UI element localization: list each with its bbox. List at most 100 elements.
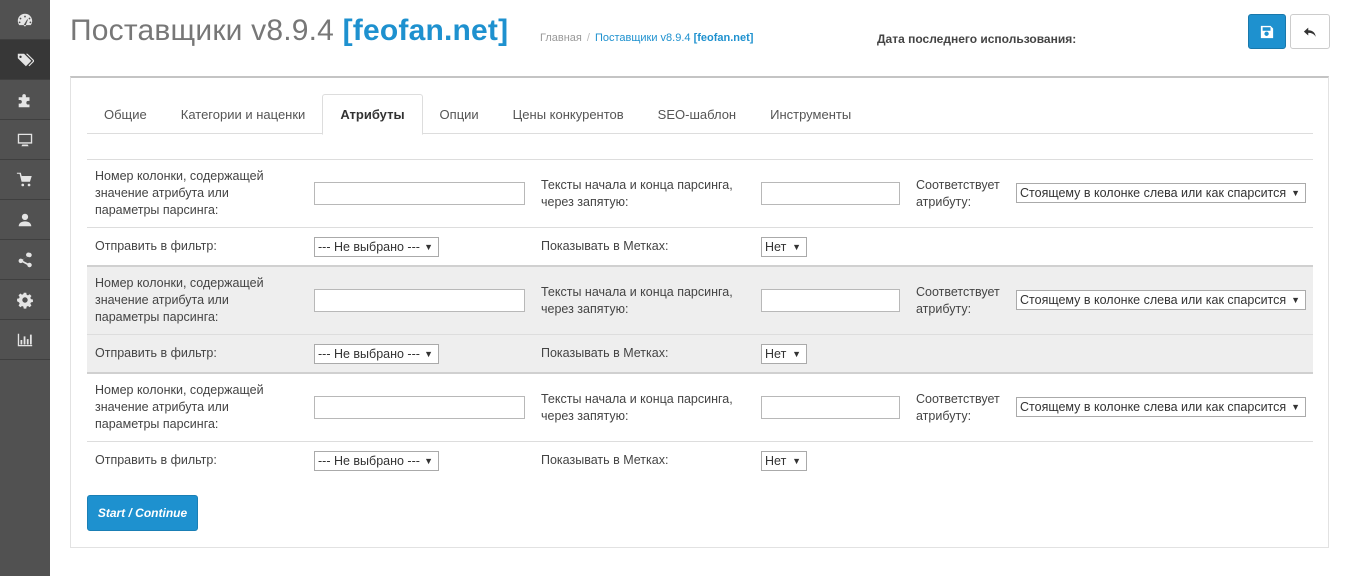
- sidebar-item-customers[interactable]: [0, 200, 50, 240]
- label-line: параметры парсинга:: [95, 417, 219, 431]
- attribute-select[interactable]: Стоящему в колонке слева или как спарсит…: [1016, 290, 1306, 310]
- label-line: Соответствует: [916, 178, 1000, 192]
- tags-icon: [17, 53, 34, 66]
- sidebar-item-extensions[interactable]: [0, 80, 50, 120]
- dashboard-icon: [17, 13, 33, 26]
- page-header: Поставщики v8.9.4 [feofan.net] Главная / П…: [70, 10, 1330, 60]
- sidebar-item-reports[interactable]: [0, 320, 50, 360]
- page-title: Поставщики v8.9.4 [feofan.net]: [70, 14, 508, 48]
- column-number-input[interactable]: [314, 182, 525, 205]
- breadcrumb-current-brand: [feofan.net]: [693, 32, 754, 44]
- attribute-row: Номер колонки, содержащей значение атриб…: [87, 267, 1313, 335]
- filter-select[interactable]: --- Не выбрано --- ▼: [314, 344, 439, 364]
- breadcrumb-home[interactable]: Главная: [540, 32, 582, 44]
- save-button[interactable]: [1248, 14, 1286, 49]
- last-used-label: Дата последнего использования:: [877, 32, 1077, 46]
- sidebar: [0, 0, 50, 576]
- filter-select[interactable]: --- Не выбрано --- ▼: [314, 451, 439, 471]
- column-number-label: Номер колонки, содержащей значение атриб…: [95, 168, 295, 219]
- chevron-down-icon: ▼: [1291, 402, 1300, 412]
- page-title-text: Поставщики v8.9.4: [70, 14, 343, 47]
- show-tags-label: Показывать в Метках:: [541, 346, 669, 360]
- tags-select-value: Нет: [765, 454, 787, 468]
- chevron-down-icon: ▼: [424, 242, 433, 252]
- send-filter-label: Отправить в фильтр:: [95, 346, 217, 360]
- column-number-label: Номер колонки, содержащей значение атриб…: [95, 382, 295, 433]
- start-continue-button[interactable]: Start / Continue: [87, 495, 198, 531]
- corresponds-label: Соответствует атрибуту:: [916, 284, 1011, 318]
- breadcrumb-current[interactable]: Поставщики v8.9.4 [feofan.net]: [595, 32, 754, 44]
- tab-attributes[interactable]: Атрибуты: [322, 94, 423, 135]
- sidebar-item-design[interactable]: [0, 120, 50, 160]
- label-line: через запятую:: [541, 409, 629, 423]
- breadcrumb-current-text: Поставщики v8.9.4: [594, 32, 694, 44]
- tab-options[interactable]: Опции: [423, 94, 496, 134]
- filter-select[interactable]: --- Не выбрано --- ▼: [314, 237, 439, 257]
- cog-icon: [17, 292, 33, 309]
- attribute-row: Отправить в фильтр: --- Не выбрано --- ▼ …: [87, 335, 1313, 374]
- tab-tools[interactable]: Инструменты: [753, 94, 868, 134]
- label-line: атрибуту:: [916, 409, 972, 423]
- attribute-row: Отправить в фильтр: --- Не выбрано --- ▼ …: [87, 442, 1313, 481]
- attribute-row: Номер колонки, содержащей значение атриб…: [87, 374, 1313, 442]
- tags-select[interactable]: Нет ▼: [761, 237, 807, 257]
- label-line: Тексты начала и конца парсинга,: [541, 392, 733, 406]
- reply-icon: [1303, 27, 1316, 37]
- parse-texts-input[interactable]: [761, 396, 900, 419]
- sidebar-item-marketing[interactable]: [0, 240, 50, 280]
- show-tags-label: Показывать в Метках:: [541, 239, 669, 253]
- chevron-down-icon: ▼: [792, 456, 801, 466]
- label-line: значение атрибута или: [95, 400, 229, 414]
- puzzle-icon: [18, 93, 30, 107]
- column-number-input[interactable]: [314, 289, 525, 312]
- column-number-input[interactable]: [314, 396, 525, 419]
- send-filter-label: Отправить в фильтр:: [95, 453, 217, 467]
- attribute-select-value: Стоящему в колонке слева или как спарсит…: [1020, 186, 1287, 200]
- label-line: Соответствует: [916, 392, 1000, 406]
- attributes-table: Номер колонки, содержащей значение атриб…: [87, 159, 1313, 481]
- attribute-row: Отправить в фильтр: --- Не выбрано --- ▼ …: [87, 228, 1313, 267]
- cart-icon: [16, 172, 32, 186]
- sidebar-item-sales[interactable]: [0, 160, 50, 200]
- label-line: Номер колонки, содержащей: [95, 169, 264, 183]
- attribute-select-value: Стоящему в колонке слева или как спарсит…: [1020, 400, 1287, 414]
- parse-texts-label: Тексты начала и конца парсинга, через за…: [541, 284, 751, 318]
- tags-select-value: Нет: [765, 240, 787, 254]
- label-line: значение атрибута или: [95, 293, 229, 307]
- parse-texts-input[interactable]: [761, 289, 900, 312]
- tags-select-value: Нет: [765, 347, 787, 361]
- tab-seo-template[interactable]: SEO-шаблон: [641, 94, 753, 134]
- bar-chart-icon: [17, 333, 33, 346]
- tab-bar: Общие Категории и наценки Атрибуты Опции…: [87, 94, 1313, 135]
- attribute-select[interactable]: Стоящему в колонке слева или как спарсит…: [1016, 183, 1306, 203]
- label-line: через запятую:: [541, 302, 629, 316]
- chevron-down-icon: ▼: [1291, 295, 1300, 305]
- chevron-down-icon: ▼: [424, 349, 433, 359]
- tags-select[interactable]: Нет ▼: [761, 451, 807, 471]
- back-button[interactable]: [1290, 14, 1330, 49]
- label-line: через запятую:: [541, 195, 629, 209]
- chevron-down-icon: ▼: [424, 456, 433, 466]
- label-line: Соответствует: [916, 285, 1000, 299]
- user-icon: [18, 213, 32, 226]
- attribute-select[interactable]: Стоящему в колонке слева или как спарсит…: [1016, 397, 1306, 417]
- tab-competitor-prices[interactable]: Цены конкурентов: [496, 94, 641, 134]
- tags-select[interactable]: Нет ▼: [761, 344, 807, 364]
- filter-select-value: --- Не выбрано ---: [318, 347, 420, 361]
- tab-categories[interactable]: Категории и наценки: [164, 94, 323, 134]
- attribute-select-value: Стоящему в колонке слева или как спарсит…: [1020, 293, 1287, 307]
- filter-select-value: --- Не выбрано ---: [318, 240, 420, 254]
- parse-texts-label: Тексты начала и конца парсинга, через за…: [541, 391, 751, 425]
- label-line: параметры парсинга:: [95, 310, 219, 324]
- sidebar-item-catalog[interactable]: [0, 40, 50, 80]
- parse-texts-label: Тексты начала и конца парсинга, через за…: [541, 177, 751, 211]
- tab-general[interactable]: Общие: [87, 94, 164, 134]
- page-title-brand: [feofan.net]: [342, 14, 509, 47]
- sidebar-item-system[interactable]: [0, 280, 50, 320]
- breadcrumb: Главная / Поставщики v8.9.4 [feofan.net]: [540, 32, 753, 44]
- chevron-down-icon: ▼: [792, 349, 801, 359]
- desktop-icon: [17, 133, 33, 146]
- content-panel: Общие Категории и наценки Атрибуты Опции…: [70, 76, 1329, 548]
- parse-texts-input[interactable]: [761, 182, 900, 205]
- sidebar-item-dashboard[interactable]: [0, 0, 50, 40]
